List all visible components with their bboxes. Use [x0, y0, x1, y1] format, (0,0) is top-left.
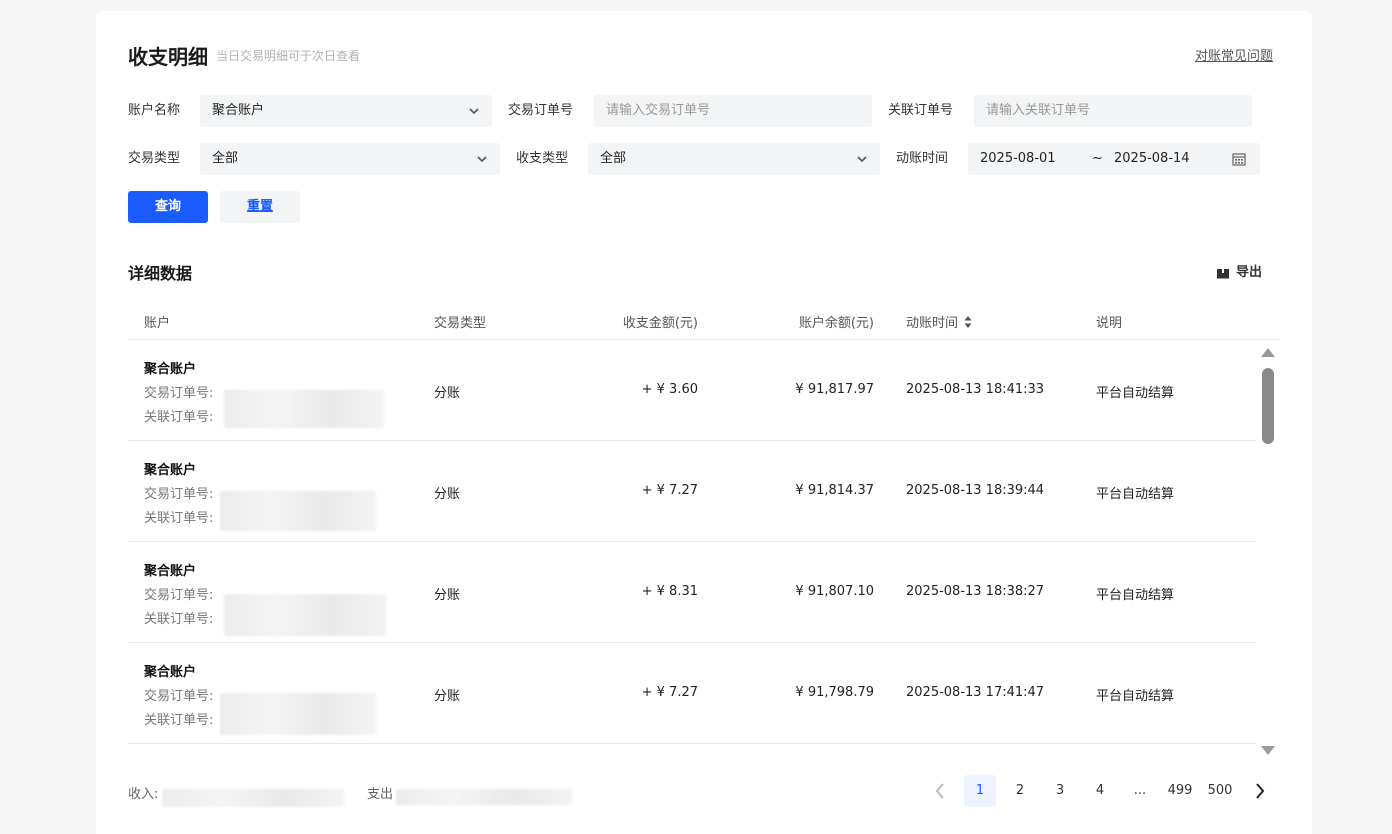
row-type: 分账	[434, 588, 461, 603]
trade-type-label: 交易类型	[128, 151, 181, 166]
table-row[interactable]: 聚合账户 交易订单号: 关联订单号: 分账 + ¥ 7.27 ¥ 91,798.…	[128, 643, 1256, 744]
column-header-balance: 账户余额(元)	[798, 316, 874, 331]
trade-order-input[interactable]: 请输入交易订单号	[594, 95, 872, 127]
reset-button[interactable]: 重置	[220, 191, 300, 223]
page-4[interactable]: 4	[1084, 775, 1116, 807]
io-type-value: 全部	[600, 151, 627, 166]
page-500[interactable]: 500	[1204, 775, 1236, 807]
redacted-order-numbers	[224, 594, 386, 636]
row-time: 2025-08-13 18:39:44	[906, 483, 1045, 498]
export-icon	[1217, 263, 1229, 278]
scroll-down-arrow-icon[interactable]	[1260, 744, 1276, 756]
row-note: 平台自动结算	[1096, 487, 1175, 502]
row-time: 2025-08-13 17:41:47	[906, 685, 1045, 700]
row-note: 平台自动结算	[1096, 588, 1175, 603]
trade-type-value: 全部	[212, 151, 239, 166]
row-related-order-label: 关联订单号:	[144, 612, 214, 627]
row-note: 平台自动结算	[1096, 386, 1175, 401]
row-account: 聚合账户	[144, 665, 197, 680]
page-499[interactable]: 499	[1164, 775, 1196, 807]
redacted-order-numbers	[224, 390, 384, 428]
row-type: 分账	[434, 487, 461, 502]
row-balance: ¥ 91,814.37	[795, 483, 874, 498]
trade-type-select[interactable]: 全部	[200, 143, 500, 175]
column-header-time-label: 动账时间	[906, 316, 959, 331]
date-range-picker[interactable]: 2025-08-01 ~ 2025-08-14	[968, 143, 1260, 175]
account-name-select[interactable]: 聚合账户	[200, 95, 492, 127]
redacted-expense-value	[396, 789, 572, 805]
trade-order-label: 交易订单号	[508, 103, 574, 118]
table-row[interactable]: 聚合账户 交易订单号: 关联订单号: 分账 + ¥ 7.27 ¥ 91,814.…	[128, 441, 1256, 542]
redacted-order-numbers	[220, 693, 376, 735]
row-time: 2025-08-13 18:38:27	[906, 584, 1045, 599]
row-trade-order-label: 交易订单号:	[144, 588, 214, 603]
row-account: 聚合账户	[144, 362, 197, 377]
table-row[interactable]: 聚合账户 交易订单号: 关联订单号: 分账 + ¥ 3.60 ¥ 91,817.…	[128, 340, 1256, 441]
row-balance: ¥ 91,807.10	[795, 584, 874, 599]
page-1[interactable]: 1	[964, 775, 996, 807]
related-order-input[interactable]: 请输入关联订单号	[974, 95, 1252, 127]
query-button[interactable]: 查询	[128, 191, 208, 223]
calendar-icon	[1232, 153, 1246, 166]
io-type-label: 收支类型	[516, 151, 569, 166]
table-row[interactable]: 聚合账户 交易订单号: 关联订单号: 分账 + ¥ 8.31 ¥ 91,807.…	[128, 542, 1256, 643]
row-trade-order-label: 交易订单号:	[144, 689, 214, 704]
row-type: 分账	[434, 386, 461, 401]
row-account: 聚合账户	[144, 463, 197, 478]
next-page-icon[interactable]	[1244, 775, 1276, 807]
row-balance: ¥ 91,817.97	[795, 382, 874, 397]
row-balance: ¥ 91,798.79	[795, 685, 874, 700]
account-name-label: 账户名称	[128, 103, 181, 118]
details-title: 详细数据	[128, 264, 193, 283]
page-ellipsis[interactable]: ...	[1124, 775, 1156, 807]
redacted-income-value	[162, 789, 344, 807]
row-time: 2025-08-13 18:41:33	[906, 382, 1045, 397]
row-related-order-label: 关联订单号:	[144, 713, 214, 728]
table-body: 聚合账户 交易订单号: 关联订单号: 分账 + ¥ 3.60 ¥ 91,817.…	[128, 340, 1256, 744]
page-3[interactable]: 3	[1044, 775, 1076, 807]
row-trade-order-label: 交易订单号:	[144, 386, 214, 401]
row-note: 平台自动结算	[1096, 689, 1175, 704]
row-account: 聚合账户	[144, 564, 197, 579]
date-start: 2025-08-01	[980, 151, 1056, 166]
row-related-order-label: 关联订单号:	[144, 410, 214, 425]
sort-icon[interactable]	[964, 315, 972, 329]
export-label: 导出	[1236, 265, 1263, 280]
page-2[interactable]: 2	[1004, 775, 1036, 807]
expense-label: 支出	[367, 787, 394, 802]
chevron-down-icon	[477, 156, 487, 163]
column-header-amount: 收支金额(元)	[622, 316, 698, 331]
account-name-value: 聚合账户	[212, 103, 265, 118]
export-button[interactable]: 导出	[1216, 261, 1262, 280]
redacted-order-numbers	[220, 491, 376, 531]
related-order-label: 关联订单号	[888, 103, 954, 118]
row-amount: + ¥ 7.27	[641, 685, 698, 700]
scroll-up-arrow-icon[interactable]	[1260, 347, 1276, 359]
row-amount: + ¥ 3.60	[641, 382, 698, 397]
row-trade-order-label: 交易订单号:	[144, 487, 214, 502]
page-title: 收支明细	[128, 45, 208, 69]
row-amount: + ¥ 7.27	[641, 483, 698, 498]
column-header-type: 交易类型	[434, 316, 487, 331]
row-amount: + ¥ 8.31	[641, 584, 698, 599]
date-end: 2025-08-14	[1114, 151, 1190, 166]
chevron-down-icon	[857, 156, 867, 163]
row-type: 分账	[434, 689, 461, 704]
income-label: 收入:	[128, 787, 159, 802]
time-label: 动账时间	[896, 151, 949, 166]
column-header-account: 账户	[144, 316, 171, 331]
page-subtitle: 当日交易明细可于次日查看	[216, 49, 361, 63]
faq-link[interactable]: 对账常见问题	[1195, 45, 1273, 64]
date-separator: ~	[1092, 151, 1103, 166]
column-header-note: 说明	[1096, 316, 1123, 331]
scrollbar-thumb[interactable]	[1262, 368, 1274, 444]
chevron-down-icon	[469, 108, 479, 115]
prev-page-icon[interactable]	[924, 775, 956, 807]
io-type-select[interactable]: 全部	[588, 143, 880, 175]
column-header-time[interactable]: 动账时间	[906, 312, 972, 331]
pagination: 1 2 3 4 ... 499 500	[924, 775, 1276, 807]
main-card: 收支明细 当日交易明细可于次日查看 对账常见问题 账户名称 聚合账户 交易订单号…	[96, 11, 1312, 834]
row-related-order-label: 关联订单号:	[144, 511, 214, 526]
